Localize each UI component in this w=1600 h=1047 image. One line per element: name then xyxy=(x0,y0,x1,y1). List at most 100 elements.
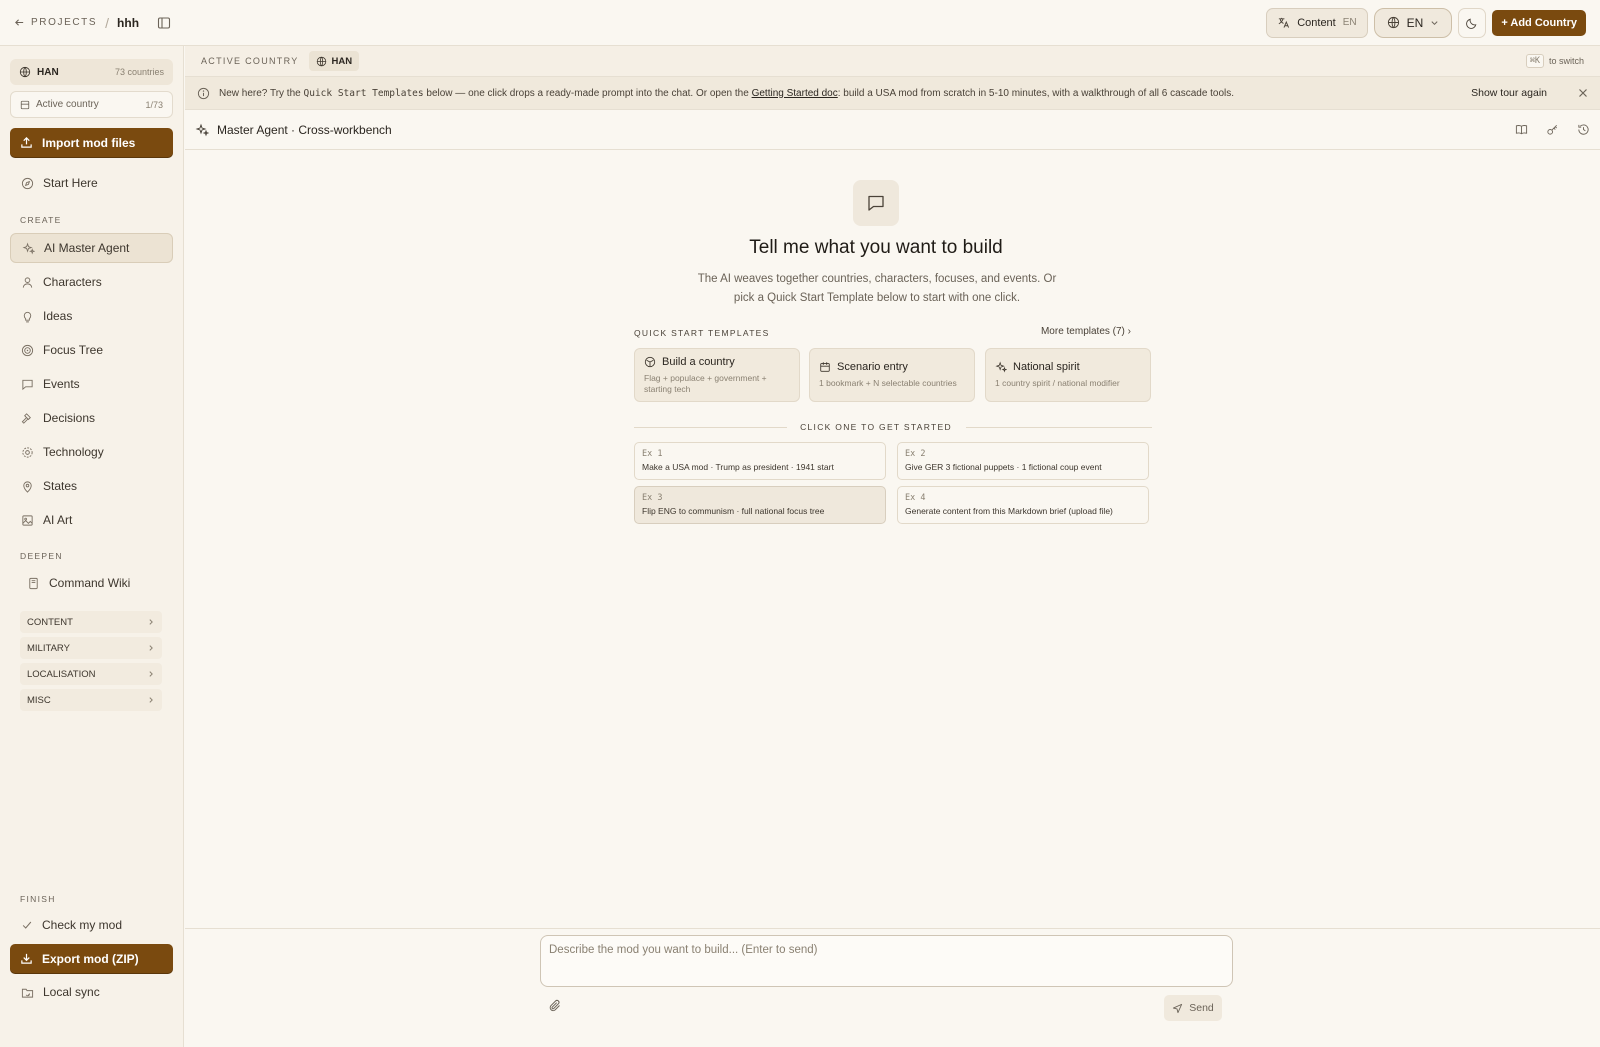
nav-ai-master-agent[interactable]: AI Master Agent xyxy=(10,233,173,263)
nav-command-wiki[interactable]: Command Wiki xyxy=(16,568,173,598)
template-build-country[interactable]: Build a country Flag + populace + govern… xyxy=(634,348,800,402)
book-icon xyxy=(27,577,40,590)
paperclip-icon[interactable] xyxy=(548,999,562,1013)
show-tour-button[interactable]: Show tour again xyxy=(1471,87,1547,99)
nav-check-my-mod[interactable]: Check my mod xyxy=(10,910,173,940)
example-number: Ex 2 xyxy=(905,449,926,459)
chevron-right-icon xyxy=(147,644,155,652)
import-mod-files-button[interactable]: Import mod files xyxy=(10,128,173,157)
group-localisation[interactable]: LOCALISATION xyxy=(20,663,162,685)
group-label: MISC xyxy=(27,694,51,706)
example-text: Give GER 3 fictional puppets · 1 fiction… xyxy=(905,462,1102,472)
getting-started-link[interactable]: Getting Started doc xyxy=(752,88,838,99)
globe-icon xyxy=(1387,16,1400,29)
sparkles-icon xyxy=(195,123,209,137)
globe-icon xyxy=(19,66,31,78)
theme-toggle-button[interactable] xyxy=(1458,7,1487,38)
history-icon[interactable] xyxy=(1577,123,1590,136)
prompt-input[interactable] xyxy=(540,935,1233,987)
nav-technology[interactable]: Technology xyxy=(10,437,173,467)
active-country-chip[interactable]: HAN xyxy=(308,51,360,71)
moon-icon xyxy=(1465,16,1479,29)
group-label: CONTENT xyxy=(27,616,73,628)
nav-focus-tree[interactable]: Focus Tree xyxy=(10,335,173,365)
country-selector[interactable]: HAN 73 countries xyxy=(10,59,173,85)
nav-decisions[interactable]: Decisions xyxy=(10,403,173,433)
export-mod-button[interactable]: Export mod (ZIP) xyxy=(10,944,173,973)
chip-label: HAN xyxy=(331,55,353,67)
template-title: Scenario entry xyxy=(837,361,908,373)
example-prompt-3[interactable]: Ex 3 Flip ENG to communism · full nation… xyxy=(634,486,886,524)
nav-states[interactable]: States xyxy=(10,471,173,501)
shortcut-key: ⌘K xyxy=(1525,54,1544,68)
template-scenario-entry[interactable]: Scenario entry 1 bookmark + N selectable… xyxy=(809,348,975,402)
gear-icon xyxy=(21,446,34,459)
translate-icon xyxy=(1277,16,1290,29)
back-to-projects-link[interactable]: PROJECTS xyxy=(14,17,97,28)
nav-label: Events xyxy=(43,377,80,391)
group-content[interactable]: CONTENT xyxy=(20,611,162,633)
nav-label: Ideas xyxy=(43,309,73,323)
key-icon[interactable] xyxy=(1546,123,1559,136)
active-country-strip: ACTIVE COUNTRY HAN ⌘K to switch xyxy=(185,46,1600,77)
nav-events[interactable]: Events xyxy=(10,369,173,399)
active-country-label: Active country xyxy=(36,99,99,110)
example-number: Ex 4 xyxy=(905,493,926,503)
switch-hint: ⌘K to switch xyxy=(1525,54,1584,68)
example-prompt-1[interactable]: Ex 1 Make a USA mod · Trump as president… xyxy=(634,442,886,480)
nav-label: Local sync xyxy=(43,985,100,999)
sidebar-toggle-icon[interactable] xyxy=(157,16,171,30)
nav-label: Decisions xyxy=(43,411,96,425)
nav-start-here[interactable]: Start Here xyxy=(10,168,173,198)
banner-text-1: New here? Try the xyxy=(219,87,301,99)
main-area: ACTIVE COUNTRY HAN ⌘K to switch New here… xyxy=(185,46,1600,1047)
breadcrumb-separator: / xyxy=(105,14,110,31)
nav-label: Start Here xyxy=(43,176,98,190)
more-templates-link[interactable]: More templates (7) › xyxy=(1041,326,1131,337)
add-country-button[interactable]: + Add Country xyxy=(1492,9,1586,36)
chevron-right-icon xyxy=(147,670,155,678)
calendar-icon xyxy=(819,361,831,373)
nav-ai-art[interactable]: AI Art xyxy=(10,505,173,535)
group-misc[interactable]: MISC xyxy=(20,689,162,711)
nav-label: Technology xyxy=(43,445,104,459)
template-national-spirit[interactable]: National spirit 1 country spirit / natio… xyxy=(985,348,1151,402)
active-country-selector[interactable]: Active country 1/73 xyxy=(10,91,173,118)
ui-language-select[interactable]: EN xyxy=(1373,7,1453,38)
info-icon xyxy=(197,87,210,100)
nav-label: AI Master Agent xyxy=(44,241,130,255)
box-icon xyxy=(644,356,656,368)
group-military[interactable]: MILITARY xyxy=(20,637,162,659)
nav-characters[interactable]: Characters xyxy=(10,267,173,297)
example-text: Make a USA mod · Trump as president · 19… xyxy=(642,462,834,472)
banner-text-3: : build a USA mod from scratch in 5-10 m… xyxy=(837,87,1235,99)
nav-label: Check my mod xyxy=(42,918,123,932)
finish-section-label: FINISH xyxy=(20,894,56,904)
download-icon xyxy=(20,952,33,965)
nav-local-sync[interactable]: Local sync xyxy=(10,977,173,1007)
send-button[interactable]: Send xyxy=(1164,995,1222,1021)
sparkles-icon xyxy=(22,242,35,255)
country-count: 73 countries xyxy=(114,67,164,77)
composer-divider xyxy=(185,928,1600,929)
sidebar: HAN 73 countries Active country 1/73 Imp… xyxy=(0,46,184,1047)
lightbulb-icon xyxy=(21,310,34,323)
template-desc: 1 country spirit / national modifier xyxy=(995,378,1120,388)
active-country-strip-label: ACTIVE COUNTRY xyxy=(201,56,299,66)
content-language-button[interactable]: Content EN xyxy=(1266,7,1368,38)
example-prompt-4[interactable]: Ex 4 Generate content from this Markdown… xyxy=(897,486,1149,524)
switch-hint-text: to switch xyxy=(1548,56,1584,66)
check-icon xyxy=(21,919,33,931)
example-number: Ex 3 xyxy=(642,493,663,503)
create-section-label: CREATE xyxy=(20,215,62,225)
quick-start-label: QUICK START TEMPLATES xyxy=(634,328,770,338)
folder-sync-icon xyxy=(21,986,34,999)
nav-ideas[interactable]: Ideas xyxy=(10,301,173,331)
hero-subtitle: The AI weaves together countries, charac… xyxy=(697,273,1057,304)
project-name: hhh xyxy=(117,15,140,30)
compass-icon xyxy=(21,177,34,190)
example-prompt-2[interactable]: Ex 2 Give GER 3 fictional puppets · 1 fi… xyxy=(897,442,1149,480)
close-icon[interactable] xyxy=(1578,88,1588,98)
book-open-icon[interactable] xyxy=(1515,123,1528,136)
send-icon xyxy=(1172,1003,1183,1014)
